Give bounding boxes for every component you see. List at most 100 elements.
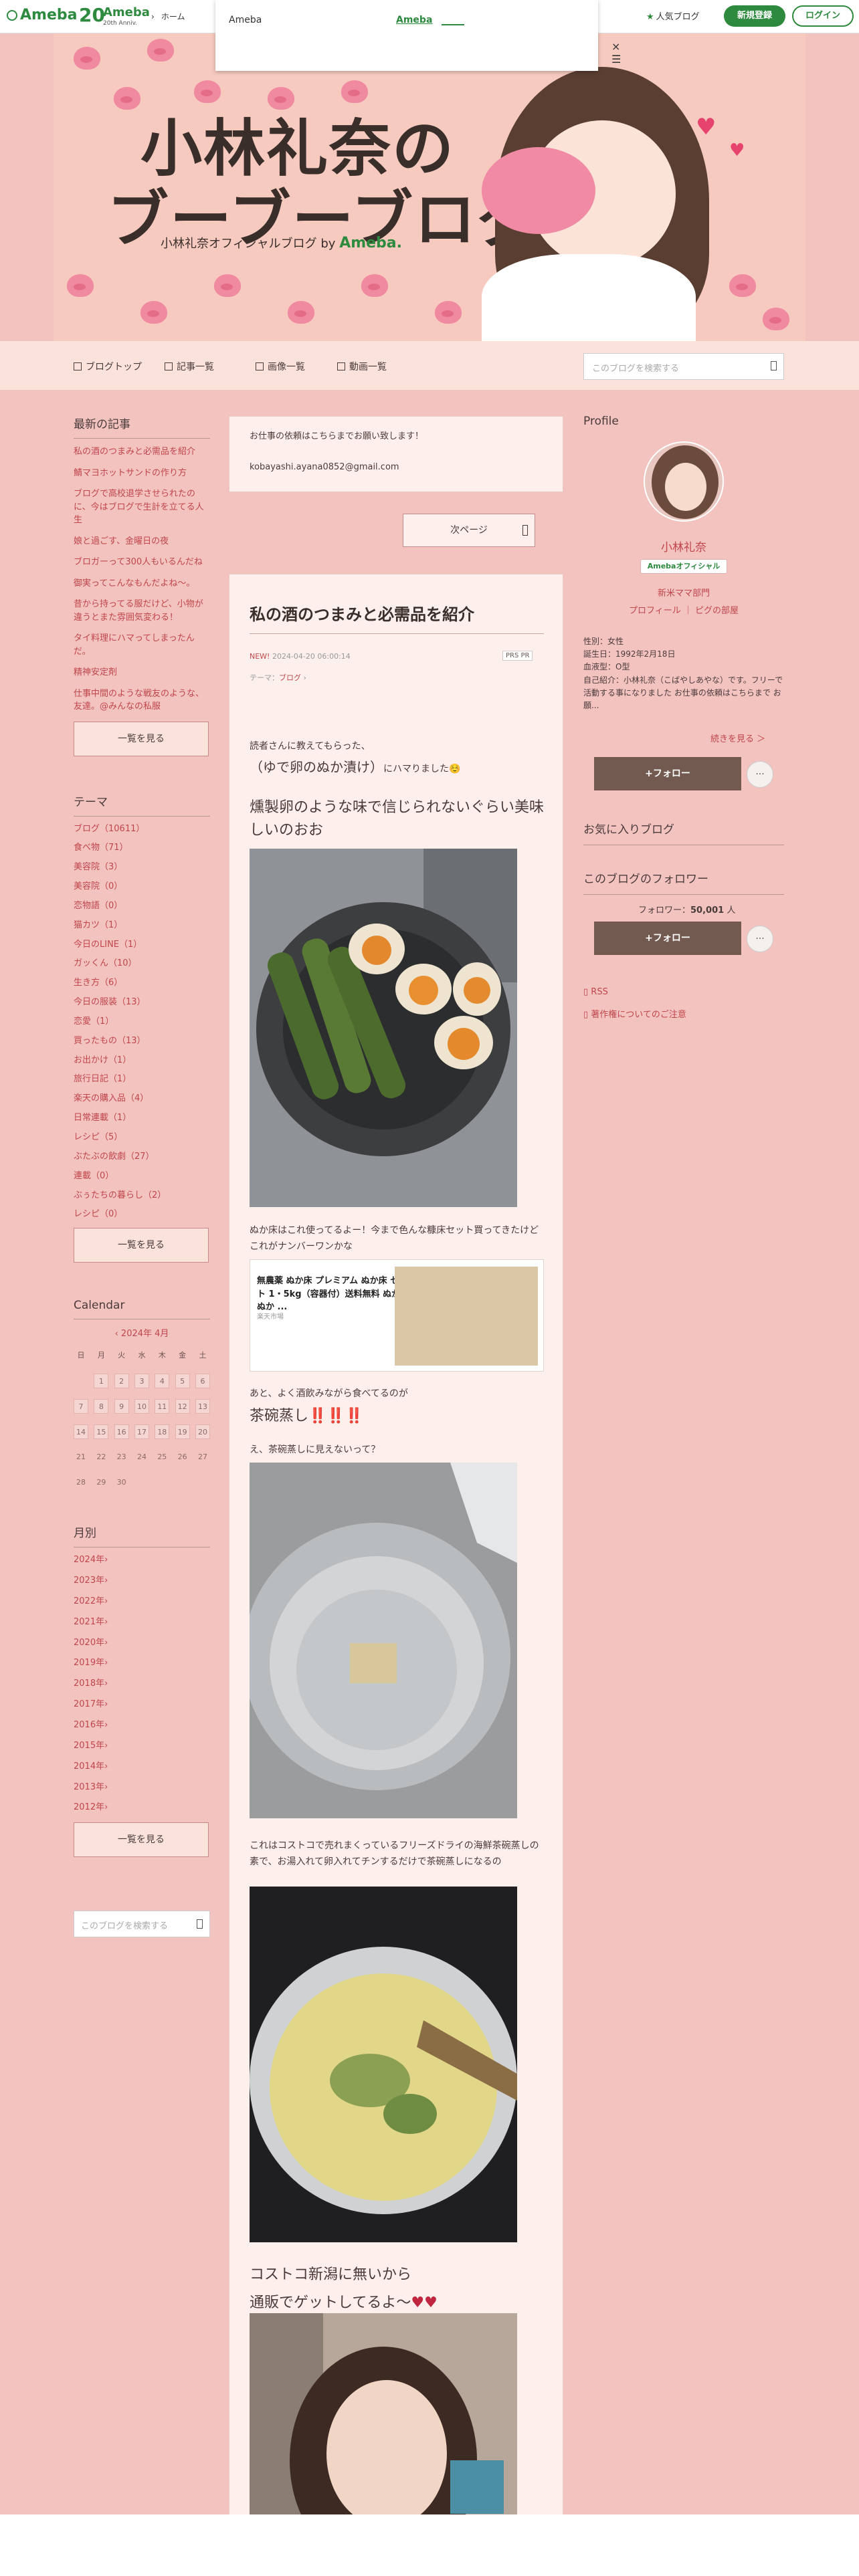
archive-year-link[interactable]: 2016年› [74, 1719, 210, 1732]
archive-year-link[interactable]: 2024年› [74, 1554, 210, 1567]
rss-link[interactable]: ▯ RSS [583, 987, 608, 997]
product-image[interactable] [395, 1267, 538, 1366]
follow-button[interactable]: +フォロー [594, 757, 741, 790]
calendar-day[interactable]: 14 [74, 1424, 88, 1440]
recent-article-link[interactable]: 御実ってこんなもんだよね〜。 [74, 577, 210, 591]
theme-link[interactable]: 今日の服装（13） [74, 996, 210, 1009]
login-button[interactable]: ログイン [792, 5, 854, 27]
photo-chawanmushi-cup[interactable] [250, 1463, 517, 1818]
calendar-day[interactable]: 10 [134, 1399, 149, 1414]
calendar-day[interactable]: 15 [94, 1424, 109, 1440]
archive-year-link[interactable]: 2014年› [74, 1761, 210, 1774]
theme-link[interactable]: レシピ（5） [74, 1132, 210, 1144]
pr-badge[interactable]: PRS PR [502, 651, 533, 661]
profile-link[interactable]: プロフィール [629, 606, 681, 616]
article-title[interactable]: 私の酒のつまみと必需品を紹介 [250, 601, 474, 625]
calendar-day[interactable]: 12 [175, 1399, 190, 1414]
archive-year-link[interactable]: 2023年› [74, 1575, 210, 1588]
recent-article-link[interactable]: タイ料理にハマってしまったんだ。 [74, 632, 210, 658]
notice-email[interactable]: kobayashi.ayana0852@gmail.com [250, 462, 399, 472]
calendar-day[interactable]: 19 [175, 1424, 190, 1440]
recent-article-link[interactable]: 精神安定剤 [74, 666, 210, 679]
calendar-day[interactable]: 18 [155, 1424, 170, 1440]
calendar-day[interactable]: 13 [195, 1399, 210, 1414]
theme-link[interactable]: 恋物語（0） [74, 900, 210, 913]
theme-more-button[interactable]: 一覧を見る [74, 1228, 209, 1263]
calendar-day[interactable]: 3 [134, 1374, 149, 1389]
recent-article-link[interactable]: 私の酒のつまみと必需品を紹介 [74, 445, 210, 459]
search-icon[interactable] [197, 1919, 203, 1929]
theme-link[interactable]: 旅行日記（1） [74, 1073, 210, 1086]
archive-year-link[interactable]: 2020年› [74, 1637, 210, 1650]
popular-blog-link[interactable]: ★ 人気ブログ [646, 9, 700, 22]
archive-year-link[interactable]: 2018年› [74, 1678, 210, 1691]
follow-button-2[interactable]: +フォロー [594, 922, 741, 955]
more-options-icon[interactable]: ··· [747, 761, 773, 788]
calendar-day[interactable]: 20 [195, 1424, 210, 1440]
archive-year-link[interactable]: 2022年› [74, 1596, 210, 1608]
close-icon[interactable]: × ☰ [611, 40, 621, 66]
blog-header-banner[interactable]: 小林礼奈の ブーブーブログ 小林礼奈オフィシャルブログ by Ameba. ♥ … [54, 33, 805, 341]
theme-link[interactable]: 楽天の購入品（4） [74, 1093, 210, 1105]
recent-article-link[interactable]: 娘と過ごす、金曜日の夜 [74, 535, 210, 548]
recent-article-link[interactable]: ブログで高校退学させられたのに、今はブログで生計を立てる人生 [74, 488, 210, 527]
popup-link[interactable]: Ameba [396, 15, 432, 25]
archive-year-link[interactable]: 2019年› [74, 1657, 210, 1670]
recent-article-link[interactable]: 仕事中間のような戦友のような、友達。@みんなの私服 [74, 687, 210, 714]
theme-link[interactable]: 恋愛（1） [74, 1016, 210, 1029]
theme-link[interactable]: ぶぅたちの暮らし（2） [74, 1190, 210, 1202]
theme-link[interactable]: ぶたぶの飲劇（27） [74, 1151, 210, 1164]
theme-link[interactable]: 買ったもの（13） [74, 1035, 210, 1048]
recent-more-button[interactable]: 一覧を見る [74, 721, 209, 756]
profile-name[interactable]: 小林礼奈 [583, 538, 784, 554]
chevron-left-icon[interactable]: ‹ [115, 1329, 118, 1339]
archive-year-link[interactable]: 2013年› [74, 1782, 210, 1794]
theme-link[interactable]: 生き方（6） [74, 977, 210, 990]
recent-article-link[interactable]: ブロガーって300人もいるんだね [74, 556, 210, 569]
calendar-day[interactable]: 5 [175, 1374, 190, 1389]
recent-article-link[interactable]: 鯖マヨホットサンドの作り方 [74, 467, 210, 480]
archive-year-link[interactable]: 2021年› [74, 1616, 210, 1629]
calendar-day[interactable]: 8 [94, 1399, 109, 1414]
nav-home-link[interactable]: ホーム [161, 12, 185, 21]
calendar-month[interactable]: ‹ 2024年 4月 [74, 1326, 210, 1339]
theme-link[interactable]: ブログ（10611） [74, 823, 210, 836]
calendar-day[interactable]: 9 [114, 1399, 129, 1414]
sidebar-search-input[interactable]: このブログを検索する [74, 1911, 210, 1938]
archive-year-link[interactable]: 2017年› [74, 1699, 210, 1711]
theme-link[interactable]: 食べ物（71） [74, 842, 210, 855]
more-options-icon[interactable]: ··· [747, 926, 773, 952]
theme-link[interactable]: 美容院（0） [74, 881, 210, 893]
calendar-day[interactable]: 7 [74, 1399, 88, 1414]
theme-link[interactable]: お出かけ（1） [74, 1055, 210, 1067]
nav-video-list[interactable]: 動画一覧 [337, 360, 387, 373]
nav-article-list[interactable]: 記事一覧 [165, 360, 214, 373]
photo-nuka-eggs[interactable] [250, 849, 517, 1207]
read-more-link[interactable]: 続きを見る ＞ [710, 732, 765, 744]
profile-category[interactable]: 新米ママ部門 [583, 586, 784, 599]
calendar-day[interactable]: 6 [195, 1374, 210, 1389]
theme-link[interactable]: 連載（0） [74, 1170, 210, 1183]
nav-blog-top[interactable]: ブログトップ [74, 360, 142, 373]
theme-link[interactable]: 美容院（3） [74, 861, 210, 874]
theme-link[interactable]: 猫カツ（1） [74, 920, 210, 932]
avatar[interactable] [644, 441, 724, 522]
photo-chawanmushi-done[interactable] [250, 1887, 517, 2242]
ameba-logo[interactable]: Ameba [7, 7, 77, 23]
theme-link[interactable]: 日常連載（1） [74, 1112, 210, 1125]
article-theme-link[interactable]: ブログ [279, 673, 301, 682]
archive-year-link[interactable]: 2012年› [74, 1802, 210, 1814]
calendar-day[interactable]: 17 [134, 1424, 149, 1440]
product-link-card[interactable]: 無農薬 ぬか床 プレミアム ぬか床 セット 1・5kg（容器付）送料無料 ぬか床… [250, 1259, 544, 1372]
theme-link[interactable]: レシピ（0） [74, 1208, 210, 1221]
nav-image-list[interactable]: 画像一覧 [256, 360, 305, 373]
calendar-day[interactable]: 11 [155, 1399, 170, 1414]
copyright-link[interactable]: ▯ 著作権についてのご注意 [583, 1007, 686, 1020]
next-page-button[interactable]: 次ページ [403, 514, 535, 547]
theme-link[interactable]: ガッくん（10） [74, 958, 210, 970]
calendar-day[interactable]: 1 [94, 1374, 109, 1389]
calendar-day[interactable]: 2 [114, 1374, 129, 1389]
calendar-day[interactable]: 16 [114, 1424, 129, 1440]
theme-link[interactable]: 今日のLINE（1） [74, 939, 210, 952]
recent-article-link[interactable]: 昔から持ってる服だけど、小物が違うとまた雰囲気変わる！ [74, 598, 210, 624]
